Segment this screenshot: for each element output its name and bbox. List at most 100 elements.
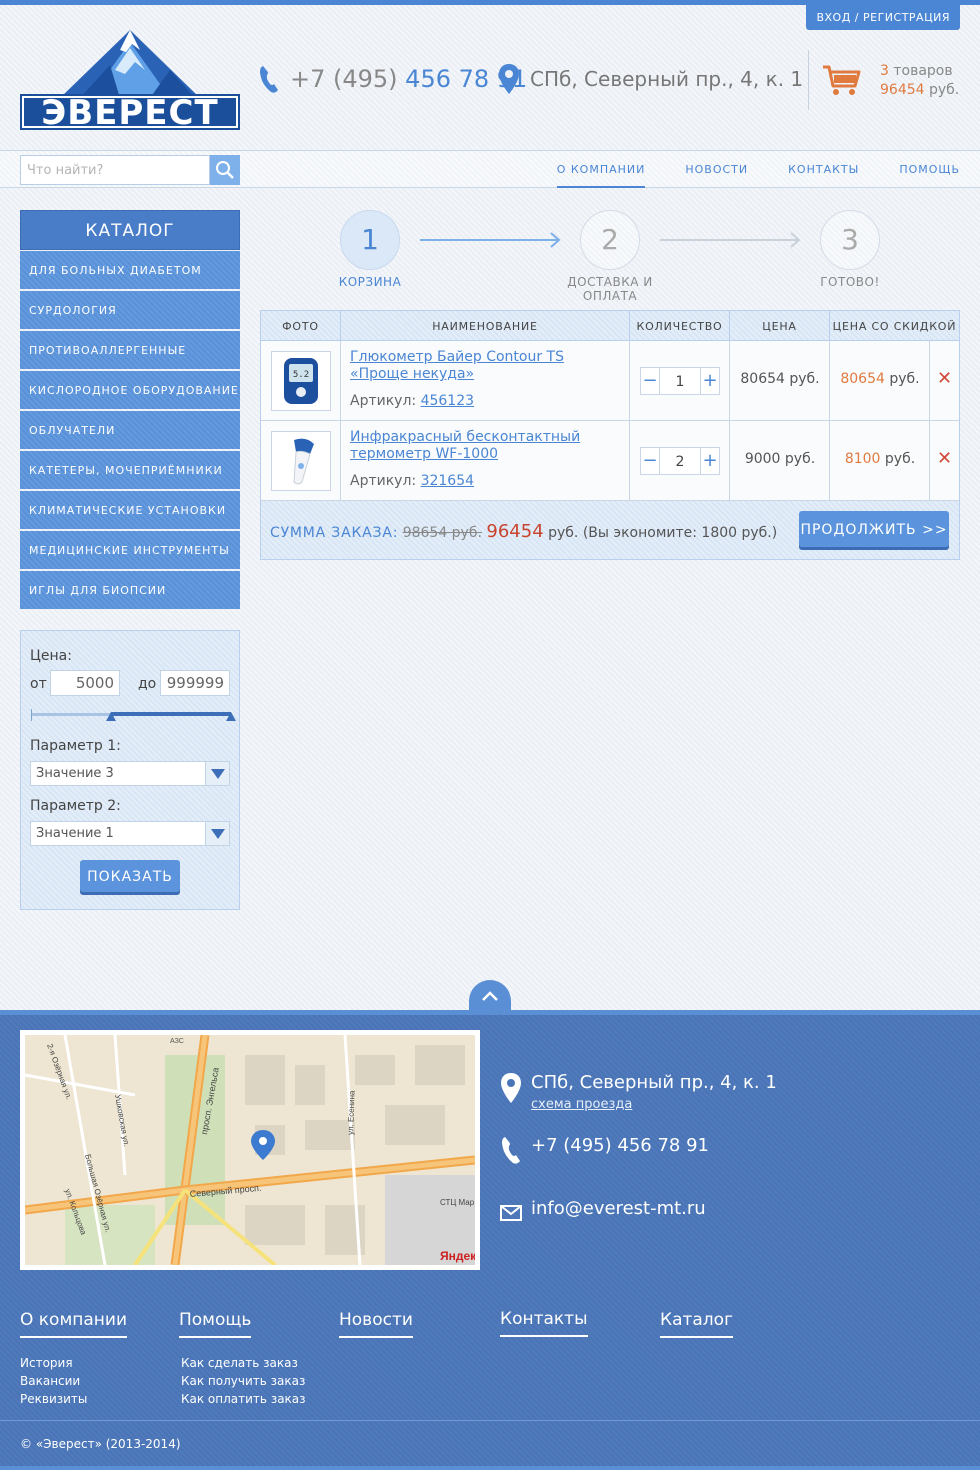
nav-help[interactable]: ПОМОЩЬ [899, 150, 960, 188]
footer-column-catalog: Каталог [660, 1310, 800, 1338]
address-text: СПб, Северный пр., 4, к. 1 [530, 67, 804, 91]
plus-button[interactable]: + [700, 367, 720, 395]
catalog-item-diabetes[interactable]: ДЛЯ БОЛЬНЫХ ДИАБЕТОМ [20, 251, 240, 289]
quantity-value[interactable]: 2 [660, 447, 700, 475]
footer-link-history[interactable]: История [20, 1354, 160, 1372]
footer-link-requisites[interactable]: Реквизиты [20, 1390, 160, 1408]
footer-column-title[interactable]: Контакты [500, 1309, 588, 1337]
search-input[interactable] [20, 155, 210, 185]
map-label-stc: СТЦ Мар [440, 1198, 475, 1207]
footer-column-news: Новости [339, 1310, 479, 1338]
footer-column-title[interactable]: О компании [20, 1310, 128, 1338]
product-thumbnail[interactable]: 5.2 [271, 351, 331, 411]
price-slider[interactable] [31, 709, 236, 721]
copyright: © «Эверест» (2013-2014) [20, 1437, 181, 1451]
param1-select[interactable]: Значение 3 [30, 761, 230, 786]
map-yandex-label: Яндекс [440, 1249, 475, 1263]
search-icon [216, 161, 234, 179]
footer-link-how-to-pay[interactable]: Как оплатить заказ [181, 1390, 319, 1408]
footer-email-link[interactable]: info@everest-mt.ru [531, 1198, 706, 1220]
quantity-stepper: − 2 + [640, 447, 720, 475]
slider-range [111, 712, 231, 716]
footer-column-help: Помощь Как сделать заказ Как получить за… [179, 1310, 319, 1408]
param2-label: Параметр 2: [30, 798, 121, 814]
footer: Яндекс АЗС просп. Энгельса Северный прос… [0, 1010, 980, 1470]
scroll-top-button[interactable] [469, 980, 511, 1010]
nav-about[interactable]: О КОМПАНИИ [556, 150, 646, 188]
footer-divider [0, 1420, 980, 1421]
header-address: СПб, Северный пр., 4, к. 1 [498, 62, 803, 96]
chevron-down-icon [205, 762, 229, 785]
catalog-item-instruments[interactable]: МЕДИЦИНСКИЕ ИНСТРУМЕНТЫ [20, 531, 240, 569]
logo[interactable]: ЭВЕРЕСТ [20, 30, 240, 130]
plus-button[interactable]: + [700, 447, 720, 475]
catalog-item-antiallergic[interactable]: ПРОТИВОАЛЛЕРГЕННЫЕ [20, 331, 240, 369]
chevron-up-icon [482, 991, 498, 1001]
footer-column-about: О компании История Вакансии Реквизиты [20, 1310, 160, 1408]
quantity-value[interactable]: 1 [660, 367, 700, 395]
footer-top-line [0, 1010, 980, 1015]
nav-contacts[interactable]: КОНТАКТЫ [788, 150, 859, 188]
catalog-sidebar: КАТАЛОГ ДЛЯ БОЛЬНЫХ ДИАБЕТОМ СУРДОЛОГИЯ … [20, 210, 240, 611]
minus-button[interactable]: − [640, 367, 660, 395]
remove-item-icon[interactable]: ✕ [937, 370, 952, 388]
map-image: Яндекс АЗС просп. Энгельса Северный прос… [25, 1035, 475, 1265]
catalog-item-surdology[interactable]: СУРДОЛОГИЯ [20, 291, 240, 329]
slider-handle-max[interactable] [226, 712, 236, 721]
discount-price-value: 8100 [844, 451, 881, 467]
location-map[interactable]: Яндекс АЗС просп. Энгельса Северный прос… [20, 1030, 480, 1270]
footer-link-how-to-receive[interactable]: Как получить заказ [181, 1372, 319, 1390]
step-done: 3 ГОТОВО! [780, 210, 920, 289]
param1-label: Параметр 1: [30, 738, 121, 754]
remove-item-icon[interactable]: ✕ [937, 450, 952, 468]
catalog-item-catheters[interactable]: КАТЕТЕРЫ, МОЧЕПРИЁМНИКИ [20, 451, 240, 489]
param2-value: Значение 1 [36, 826, 114, 841]
footer-column-title[interactable]: Каталог [660, 1310, 734, 1338]
price-label: Цена: [30, 648, 72, 664]
map-label-azs: АЗС [170, 1038, 184, 1045]
footer-link-vacancies[interactable]: Вакансии [20, 1372, 160, 1390]
search-button[interactable] [210, 155, 240, 185]
login-register-button[interactable]: ВХОД / РЕГИСТРАЦИЯ [806, 5, 960, 30]
price-from-input[interactable] [50, 670, 120, 696]
sku-link[interactable]: 456123 [421, 393, 474, 409]
footer-link-how-to-order[interactable]: Как сделать заказ [181, 1354, 319, 1372]
show-button[interactable]: ПОКАЗАТЬ [80, 860, 180, 892]
footer-column-title[interactable]: Новости [339, 1310, 413, 1338]
footer-phone: +7 (495) 456 78 91 [500, 1135, 709, 1165]
cart-count: 3 [880, 63, 889, 79]
catalog-item-oxygen[interactable]: КИСЛОРОДНОЕ ОБОРУДОВАНИЕ [20, 371, 240, 409]
footer-column-contacts: Контакты [500, 1309, 640, 1337]
param2-select[interactable]: Значение 1 [30, 821, 230, 846]
product-name-link[interactable]: Глюкометр Байер Contour TS «Проще некуда… [350, 349, 620, 383]
sku-link[interactable]: 321654 [421, 473, 474, 489]
price-to-input[interactable] [160, 670, 230, 696]
step-number: 2 [580, 210, 640, 270]
search-box [20, 155, 240, 185]
catalog-item-biopsy-needles[interactable]: ИГЛЫ ДЛЯ БИОПСИИ [20, 571, 240, 609]
footer-column-title[interactable]: Помощь [179, 1310, 252, 1338]
sku-label: Артикул: [350, 393, 417, 409]
location-pin-icon [499, 64, 519, 94]
location-pin-icon [501, 1073, 521, 1103]
column-header-photo: ФОТО [261, 311, 341, 340]
table-row: 5.2 Глюкометр Байер Contour TS «Проще не… [261, 341, 959, 421]
catalog-item-irradiators[interactable]: ОБЛУЧАТЕЛИ [20, 411, 240, 449]
nav-news[interactable]: НОВОСТИ [685, 150, 748, 188]
route-link[interactable]: схема проезда [531, 1094, 777, 1116]
product-name-link[interactable]: Инфракрасный бесконтактный термометр WF-… [350, 429, 620, 463]
catalog-item-climate[interactable]: КЛИМАТИЧЕСКИЕ УСТАНОВКИ [20, 491, 240, 529]
slider-handle-min[interactable] [106, 712, 116, 721]
product-thumbnail[interactable] [271, 431, 331, 491]
step-number: 1 [340, 210, 400, 270]
continue-button[interactable]: ПРОДОЛЖИТЬ >> [799, 511, 949, 547]
header-cart[interactable]: 3 товаров 96454 руб. [820, 58, 970, 106]
step-label: ДОСТАВКА И ОПЛАТА [567, 275, 653, 303]
cart-icon [823, 65, 861, 95]
order-sum-label: СУММА ЗАКАЗА: [270, 525, 399, 541]
discount-price-value: 80654 [840, 371, 885, 387]
phone-icon [502, 1137, 520, 1164]
footer-bottom-line [0, 1466, 980, 1470]
phone-icon [260, 66, 278, 93]
minus-button[interactable]: − [640, 447, 660, 475]
